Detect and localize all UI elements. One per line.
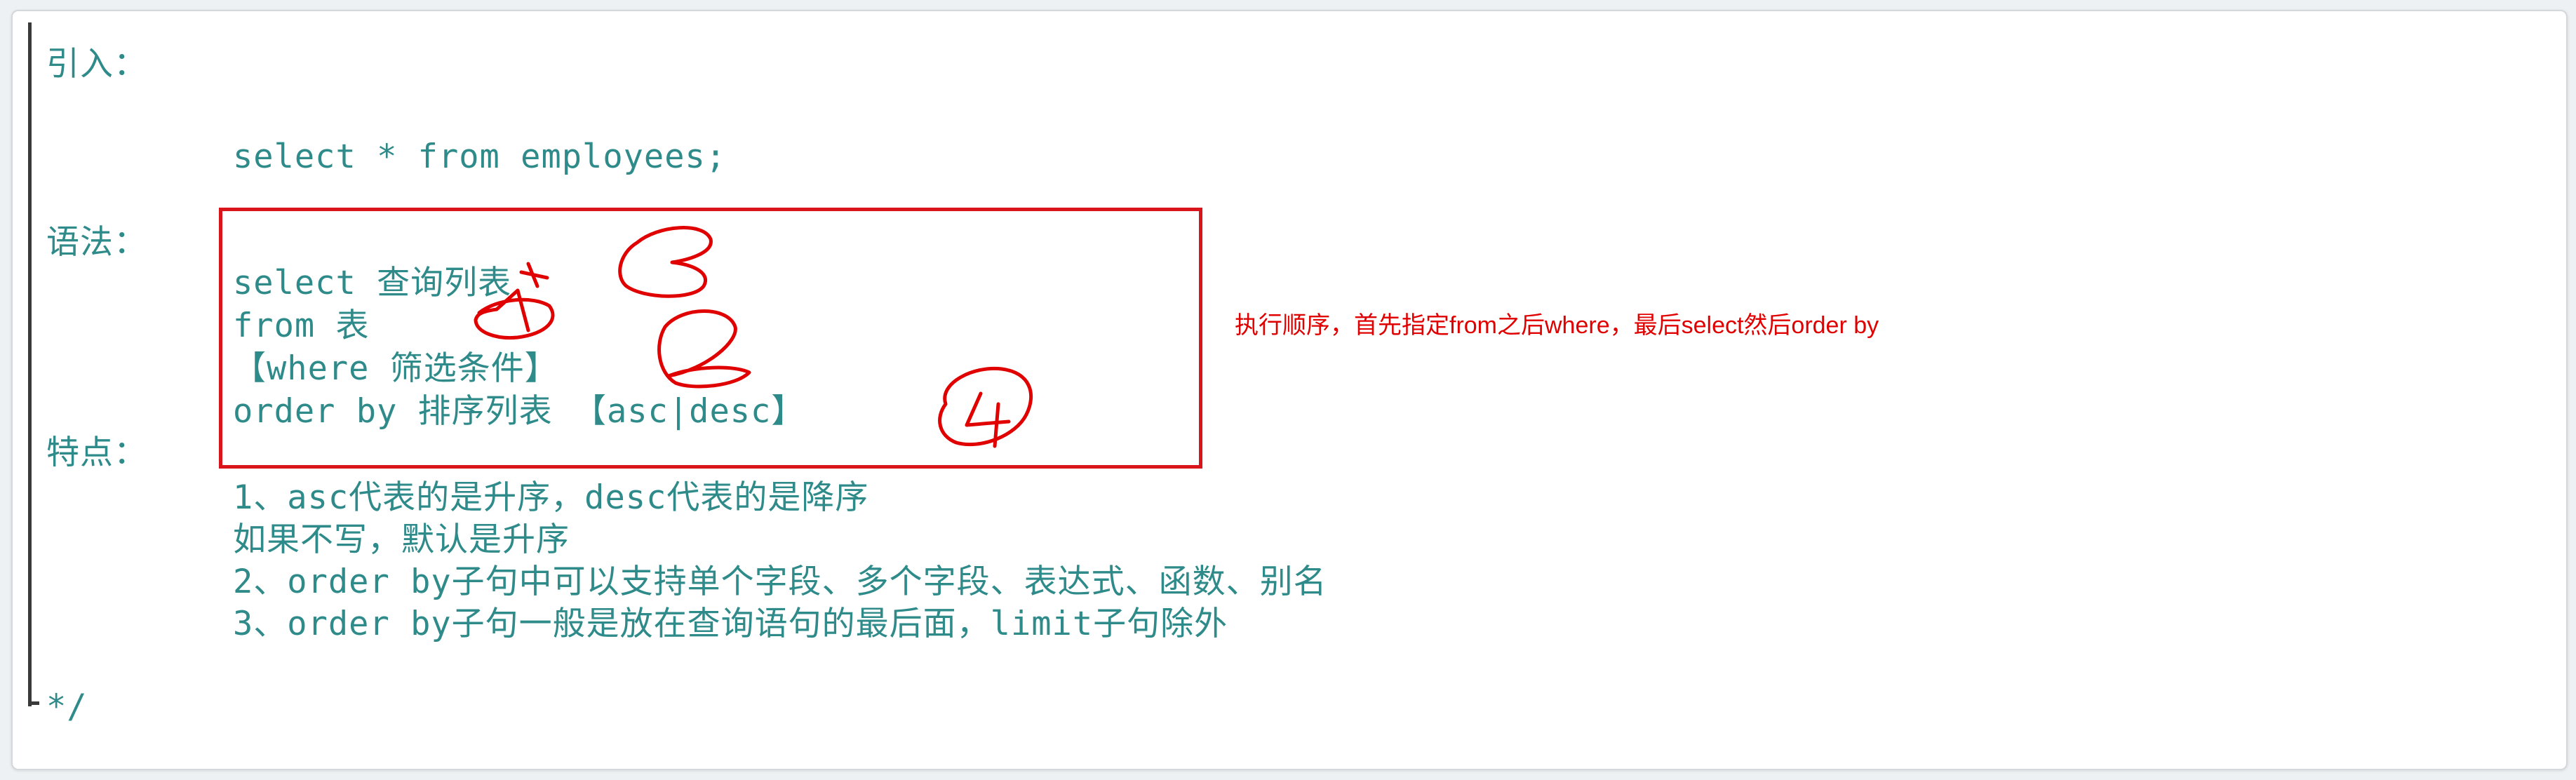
- handwritten-number-3: [618, 226, 713, 298]
- handwritten-number-4: [938, 366, 1033, 448]
- execution-order-note: 执行顺序，首先指定from之后where，最后select然后order by: [1235, 312, 1879, 339]
- screenshot-card: 引入： select * from employees; 语法： select …: [11, 10, 2568, 770]
- handwritten-star-mark: [519, 262, 549, 288]
- handwritten-number-2: [657, 309, 751, 389]
- handwritten-annotations: [474, 226, 1033, 448]
- handwritten-number-1: [474, 288, 555, 340]
